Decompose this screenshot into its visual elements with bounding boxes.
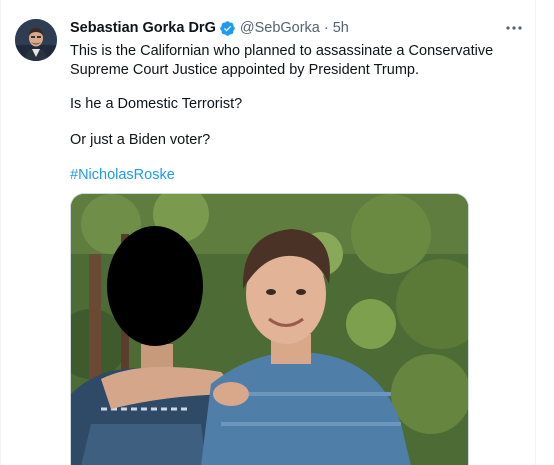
author-handle[interactable]: @SebGorka xyxy=(240,19,320,37)
verified-badge-icon xyxy=(219,20,236,37)
tweet-media-photo[interactable] xyxy=(70,193,469,465)
author-avatar[interactable] xyxy=(15,19,57,61)
tweet-text-line-2: Is he a Domestic Terrorist? xyxy=(70,96,243,112)
tweet-header: Sebastian Gorka DrG @SebGorka · 5h xyxy=(70,19,349,37)
hashtag-link[interactable]: #NicholasRoske xyxy=(70,166,175,185)
tweet-text-line-3: Or just a Biden voter? xyxy=(70,132,211,148)
separator-dot: · xyxy=(323,20,329,36)
tweet-text: This is the Californian who planned to a… xyxy=(70,42,530,80)
more-horizontal-icon[interactable] xyxy=(504,20,524,36)
author-display-name[interactable]: Sebastian Gorka DrG xyxy=(70,19,216,37)
tweet-timestamp[interactable]: 5h xyxy=(333,19,349,37)
tweet-card[interactable]: Sebastian Gorka DrG @SebGorka · 5h This … xyxy=(0,0,536,465)
tweet-text-line-1: This is the Californian who planned to a… xyxy=(70,43,494,78)
